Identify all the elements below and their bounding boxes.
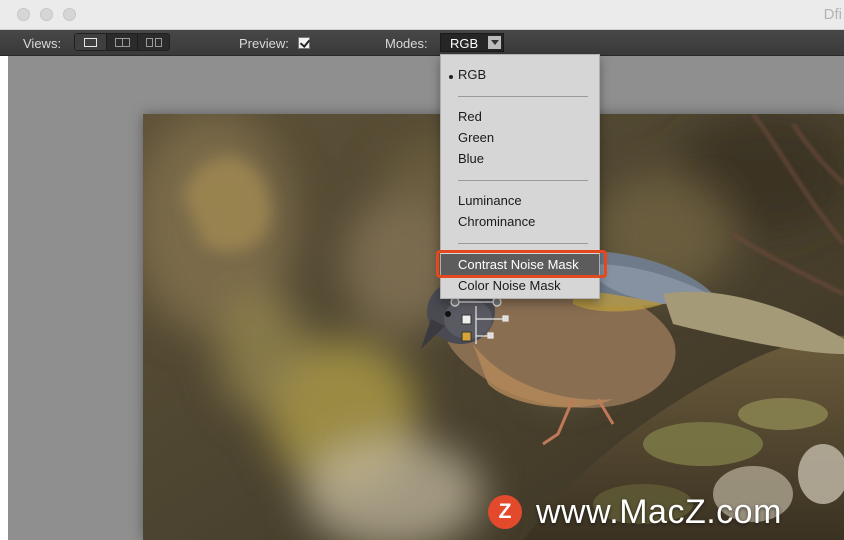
menu-item-color-noise-mask[interactable]: Color Noise Mask — [458, 277, 561, 295]
minimize-window-button[interactable] — [40, 8, 53, 21]
split-view-icon — [114, 37, 130, 47]
macz-logo: Z — [488, 495, 522, 529]
views-label: Views: — [23, 36, 62, 51]
side-by-side-view-icon — [145, 37, 162, 47]
view-split-button[interactable] — [107, 34, 139, 50]
menu-item-luminance[interactable]: Luminance — [458, 192, 522, 210]
menu-item-red[interactable]: Red — [458, 108, 482, 126]
preview-label: Preview: — [239, 36, 289, 51]
view-single-button[interactable] — [75, 34, 107, 50]
highlight-callout-box — [436, 250, 607, 278]
chevron-down-icon[interactable] — [488, 36, 501, 49]
close-window-button[interactable] — [17, 8, 30, 21]
modes-label: Modes: — [385, 36, 428, 51]
menu-separator — [458, 96, 588, 97]
preview-checkbox[interactable] — [298, 37, 310, 49]
title-bar: Dfi — [0, 0, 844, 30]
watermark-text: www.MacZ.com — [536, 492, 782, 531]
menu-item-chrominance[interactable]: Chrominance — [458, 213, 535, 231]
view-side-by-side-button[interactable] — [138, 34, 169, 50]
checked-bullet-icon — [449, 75, 453, 79]
menu-item-rgb[interactable]: RGB — [458, 66, 486, 84]
menu-item-blue[interactable]: Blue — [458, 150, 484, 168]
modes-select-value: RGB — [450, 36, 479, 51]
zoom-window-button[interactable] — [63, 8, 76, 21]
menu-separator — [458, 243, 588, 244]
modes-select[interactable]: RGB — [440, 33, 504, 52]
menu-item-green[interactable]: Green — [458, 129, 494, 147]
toolbar: Views: Preview: Modes: RGB — [0, 30, 844, 56]
menu-separator — [458, 180, 588, 181]
watermark: Z www.MacZ.com — [488, 492, 782, 532]
window-title: Dfi — [823, 6, 842, 23]
single-view-icon — [83, 37, 97, 47]
views-segmented-control — [74, 33, 170, 51]
